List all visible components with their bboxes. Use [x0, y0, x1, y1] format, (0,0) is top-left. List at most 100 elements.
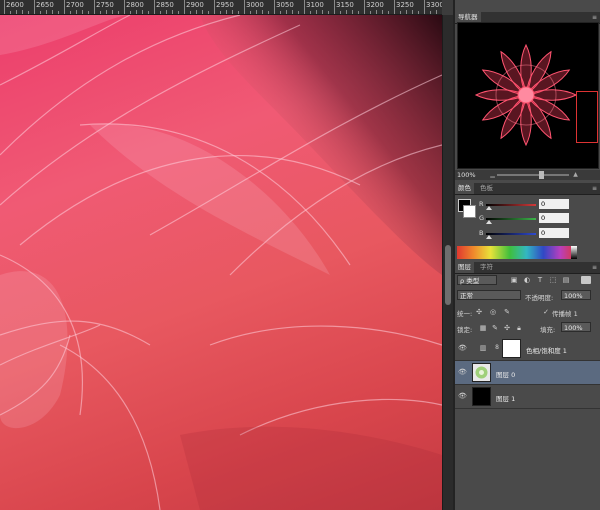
ruler-tick-label: 2600	[6, 1, 24, 9]
adjustment-filter-icon[interactable]: ◐	[523, 276, 531, 284]
ruler-major-tick	[364, 0, 365, 14]
ruler-minor-tick	[256, 10, 257, 14]
lock-label: 锁定:	[457, 326, 473, 334]
ruler-major-tick	[304, 0, 305, 14]
ruler-minor-tick	[40, 11, 41, 14]
ruler-tick-label: 3250	[396, 1, 414, 9]
propagate-checkbox[interactable]: ✓	[542, 308, 550, 316]
unify-visibility-icon[interactable]: ◎	[489, 308, 497, 316]
zoom-slider-knob[interactable]	[539, 171, 544, 179]
blend-opacity-row: 正常 不透明度: 100%	[455, 290, 600, 303]
tab-color[interactable]: 颜色	[455, 183, 474, 194]
layer-row-layer-0[interactable]: 👁︎ 图层 0	[455, 361, 600, 385]
shape-filter-icon[interactable]: ⬚	[549, 276, 557, 284]
ruler-tick-label: 2800	[126, 1, 144, 9]
ruler-minor-tick	[286, 10, 287, 14]
ruler-minor-tick	[238, 11, 239, 14]
panel-menu-icon[interactable]: ≡	[592, 185, 597, 192]
link-icon[interactable]: 8	[493, 344, 501, 352]
ruler-minor-tick	[232, 10, 233, 14]
red-value-field[interactable]: 0	[539, 199, 569, 209]
vertical-scrollbar[interactable]	[442, 15, 453, 510]
layer-name[interactable]: 色相/饱和度 1	[526, 345, 567, 355]
black-white-ramp[interactable]	[571, 246, 577, 259]
lock-pixels-icon[interactable]: ✎	[491, 324, 499, 332]
red-slider[interactable]	[486, 204, 536, 206]
pixel-filter-icon[interactable]: ▣	[510, 276, 518, 284]
ruler-major-tick	[394, 0, 395, 14]
layer-name[interactable]: 图层 0	[496, 369, 515, 379]
navigator-preview[interactable]	[457, 22, 599, 169]
ruler-tick-label: 2950	[216, 1, 234, 9]
ruler-minor-tick	[436, 10, 437, 14]
green-channel-label: G	[479, 214, 485, 222]
layer-row-hue-saturation[interactable]: 👁︎ ▥ 8 色相/饱和度 1	[455, 337, 600, 361]
fill-field[interactable]: 100%	[561, 322, 591, 332]
navigator-view-box[interactable]	[576, 91, 598, 143]
zoom-slider[interactable]	[497, 174, 569, 176]
layer-filter-select[interactable]: ρ 类型	[457, 275, 497, 285]
blue-slider[interactable]	[486, 233, 536, 235]
opacity-field[interactable]: 100%	[561, 290, 591, 300]
red-channel-label: R	[479, 200, 484, 208]
zoom-out-icon[interactable]: ▁	[489, 171, 496, 178]
opacity-label: 不透明度:	[525, 294, 554, 302]
tab-character[interactable]: 字符	[477, 262, 496, 273]
ruler-minor-tick	[370, 11, 371, 14]
color-panel-tabs: 颜色 色板 ≡	[455, 183, 600, 195]
blue-channel-row: B 0	[455, 228, 600, 240]
ruler-major-tick	[184, 0, 185, 14]
panel-menu-icon[interactable]: ≡	[592, 264, 597, 271]
green-slider-knob[interactable]	[486, 220, 492, 224]
fill-label: 填充:	[540, 326, 556, 334]
ruler-minor-tick	[262, 10, 263, 14]
scrollbar-thumb[interactable]	[445, 245, 451, 305]
visibility-eye-icon[interactable]: 👁︎	[458, 368, 467, 376]
red-channel-row: R 0	[455, 199, 600, 211]
type-filter-icon[interactable]: T	[536, 276, 544, 284]
ruler-major-tick	[4, 0, 5, 14]
canvas-artwork	[0, 15, 442, 510]
layer-name[interactable]: 图层 1	[496, 393, 515, 403]
visibility-eye-icon[interactable]: 👁︎	[458, 344, 467, 352]
lock-all-icon[interactable]: 🔒︎	[515, 324, 523, 332]
ruler-minor-tick	[172, 10, 173, 14]
tab-layers[interactable]: 图层	[455, 262, 474, 273]
red-slider-knob[interactable]	[486, 206, 492, 210]
layer-thumbnail[interactable]	[472, 387, 491, 406]
ruler-minor-tick	[112, 10, 113, 14]
adjustment-layer-icon: ▥	[479, 344, 487, 352]
layer-mask-thumbnail[interactable]	[502, 339, 521, 358]
blue-value-field[interactable]: 0	[539, 228, 569, 238]
blend-mode-select[interactable]: 正常	[457, 290, 521, 300]
visibility-eye-icon[interactable]: 👁︎	[458, 392, 467, 400]
lock-position-icon[interactable]: ✣	[503, 324, 511, 332]
filter-toggle-icon[interactable]	[581, 276, 591, 284]
image-canvas[interactable]	[0, 15, 442, 510]
zoom-value[interactable]: 100%	[457, 171, 476, 179]
layer-thumbnail[interactable]	[472, 363, 491, 382]
zoom-in-icon[interactable]: ▲	[572, 171, 579, 178]
ruler-minor-tick	[178, 11, 179, 14]
ruler-minor-tick	[208, 11, 209, 14]
green-slider[interactable]	[486, 218, 536, 220]
layer-row-layer-1[interactable]: 👁︎ 图层 1	[455, 385, 600, 409]
tab-swatches[interactable]: 色板	[477, 183, 496, 194]
unify-position-icon[interactable]: ✣	[475, 308, 483, 316]
ruler-major-tick	[154, 0, 155, 14]
green-value-field[interactable]: 0	[539, 213, 569, 223]
color-spectrum-bar[interactable]	[457, 246, 577, 259]
layers-panel-tabs: 图层 字符 ≡	[455, 262, 600, 274]
ruler-major-tick	[94, 0, 95, 14]
smart-object-filter-icon[interactable]: ▤	[562, 276, 570, 284]
unify-row: 统一: ✣ ◎ ✎ ✓ 传播帧 1	[455, 306, 600, 319]
ruler-tick-label: 2650	[36, 1, 54, 9]
panel-menu-icon[interactable]: ≡	[592, 14, 597, 21]
blue-slider-knob[interactable]	[486, 235, 492, 239]
unify-style-icon[interactable]: ✎	[503, 308, 511, 316]
ruler-minor-tick	[376, 10, 377, 14]
lock-transparent-icon[interactable]: ▦	[479, 324, 487, 332]
ruler-major-tick	[334, 0, 335, 14]
layer-thumbnail-image	[475, 366, 488, 379]
ruler-major-tick	[244, 0, 245, 14]
